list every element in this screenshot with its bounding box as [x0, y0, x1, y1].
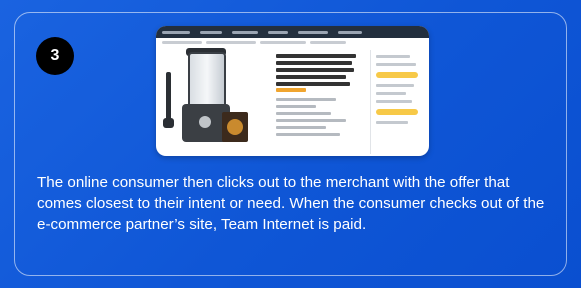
product-title-lines — [276, 54, 358, 89]
breadcrumb — [162, 41, 423, 47]
product-details-lines — [276, 98, 358, 140]
step-number: 3 — [50, 47, 60, 64]
store-header-bar — [156, 26, 429, 38]
rating-stars-icon — [276, 88, 306, 92]
blender-jar-icon — [188, 52, 226, 106]
tamper-icon — [163, 72, 174, 128]
recipe-book-icon — [222, 112, 248, 142]
product-page-screenshot — [156, 26, 429, 156]
buy-now-button[interactable] — [376, 109, 418, 115]
blender-product-image — [162, 48, 250, 150]
step-description: The online consumer then clicks out to t… — [37, 174, 545, 233]
buy-box — [370, 50, 423, 154]
step-number-badge: 3 — [36, 37, 74, 75]
add-to-cart-button[interactable] — [376, 72, 418, 78]
